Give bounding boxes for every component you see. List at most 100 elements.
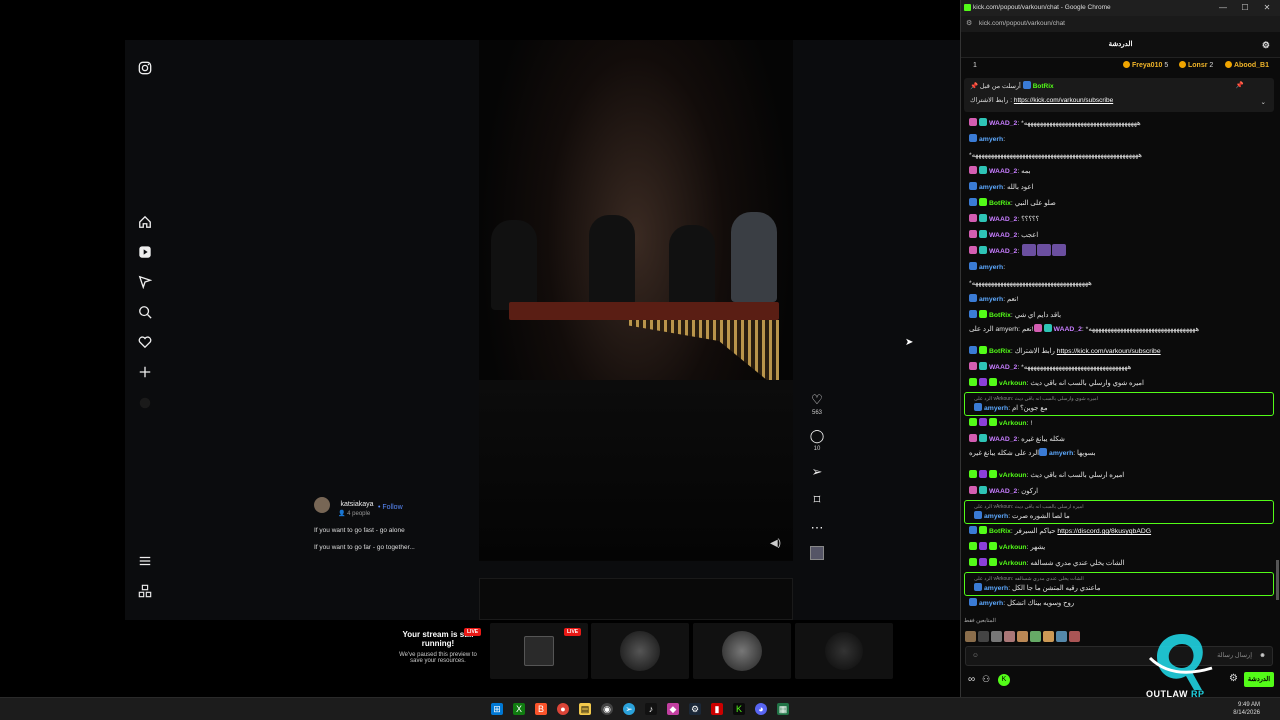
viewer-avatar[interactable]: [1017, 631, 1028, 642]
maximize-button[interactable]: ☐: [1234, 0, 1256, 16]
profile-avatar-icon[interactable]: [137, 396, 153, 412]
message-link[interactable]: https://kick.com/varkoun/subscribe: [1057, 348, 1161, 355]
chat-message[interactable]: الرد على vArkoun: الشات يخلي عندي مدري ش…: [964, 572, 1274, 596]
infinity-icon[interactable]: ∞: [968, 674, 975, 685]
stream-tile-3[interactable]: [693, 623, 791, 679]
chat-username[interactable]: BotRix: [989, 312, 1011, 319]
chat-message[interactable]: الرد على amyerh: نعم! WAAD_2: *هههههههههه…: [960, 324, 1280, 344]
viewer-avatar[interactable]: [1043, 631, 1054, 642]
chat-username[interactable]: WAAD_2: [989, 364, 1017, 371]
reply-context[interactable]: الرد على vArkoun: اميره شوي وارسلي بالسب…: [974, 395, 1273, 403]
chat-message[interactable]: WAAD_2: *ههههههههههههههههههههههههههههههه…: [960, 360, 1280, 376]
site-settings-icon[interactable]: ⚙: [966, 16, 972, 32]
chat-message[interactable]: الرد على vArkoun: اميره شوي وارسلي بالسب…: [964, 392, 1274, 416]
apps-icon[interactable]: [137, 584, 153, 600]
chat-username[interactable]: amyerh: [979, 264, 1003, 271]
chat-username[interactable]: amyerh: [984, 585, 1008, 592]
discord-icon[interactable]: ◕: [755, 703, 767, 715]
chat-message[interactable]: WAAD_2: *ههههههههههههههههههههههههههههههه…: [960, 116, 1280, 132]
chat-username[interactable]: WAAD_2: [989, 232, 1017, 239]
chat-username[interactable]: vArkoun: [999, 544, 1027, 551]
spreadsheet-icon[interactable]: ▦: [777, 703, 789, 715]
chat-username[interactable]: BotRix: [989, 348, 1011, 355]
brave-icon[interactable]: B: [535, 703, 547, 715]
viewer-avatar[interactable]: [978, 631, 989, 642]
collab-people[interactable]: 👤 4 people: [338, 510, 484, 517]
chat-message[interactable]: vArkoun: اميره ارسلي بالسب انه باقي ديث: [960, 468, 1280, 484]
chat-username[interactable]: vArkoun: [999, 380, 1027, 387]
create-icon[interactable]: [137, 365, 153, 381]
more-icon[interactable]: ⋯: [807, 520, 827, 536]
chat-username[interactable]: BotRix: [989, 528, 1011, 535]
chat-username[interactable]: WAAD_2: [1054, 326, 1082, 333]
author-avatar[interactable]: [314, 496, 330, 513]
menu-icon[interactable]: [137, 554, 153, 570]
chat-message[interactable]: amyerh: نعم!: [960, 292, 1280, 308]
viewer-avatar[interactable]: [965, 631, 976, 642]
unpin-icon[interactable]: 📌: [1236, 81, 1244, 89]
viewer-avatar[interactable]: [1004, 631, 1015, 642]
telegram-icon[interactable]: ➢: [623, 703, 635, 715]
start-icon[interactable]: ⊞: [491, 703, 503, 715]
address-bar[interactable]: ⚙ kick.com/popout/varkoun/chat: [961, 16, 1280, 32]
chat-username[interactable]: BotRix: [989, 200, 1011, 207]
chat-scrollbar[interactable]: [1276, 560, 1279, 600]
viewer-avatar[interactable]: [1069, 631, 1080, 642]
chat-username[interactable]: amyerh: [979, 600, 1003, 607]
share-icon[interactable]: ➢: [807, 464, 827, 480]
kick-points-icon[interactable]: K: [998, 674, 1010, 686]
chat-message[interactable]: vArkoun: !: [960, 416, 1280, 432]
kick-app-icon[interactable]: K: [733, 703, 745, 715]
author-name[interactable]: katsiakaya: [340, 501, 373, 508]
chat-gear-icon[interactable]: ⚙: [1229, 673, 1238, 684]
chat-username[interactable]: amyerh: [1049, 450, 1073, 457]
viewer-avatar[interactable]: [991, 631, 1002, 642]
reel-video[interactable]: ◀): [479, 40, 793, 561]
chat-message[interactable]: *ههههههههههههههههههههههههههههههههههههههه…: [960, 148, 1280, 164]
chat-message[interactable]: *هههههههههههههههههههههههههههههههههههههه: [960, 276, 1280, 292]
chat-username[interactable]: vArkoun: [999, 472, 1027, 479]
chat-input[interactable]: ☺ إرسال رسالة ☻: [965, 646, 1273, 666]
chat-message[interactable]: amyerh: روح وسويه بيناك اتشكل: [960, 596, 1280, 612]
chat-username[interactable]: WAAD_2: [989, 216, 1017, 223]
chat-username[interactable]: amyerh: [984, 513, 1008, 520]
reply-context[interactable]: الرد على شكله يبانغ غيره: [969, 450, 1039, 457]
chat-message[interactable]: الرد على شكله يبانغ غيره amyerh: بسويها: [960, 448, 1280, 468]
chat-message[interactable]: WAAD_2: بمه: [960, 164, 1280, 180]
file-explorer-icon[interactable]: ▤: [579, 703, 591, 715]
mute-icon[interactable]: ◀): [770, 538, 781, 549]
follow-label[interactable]: Follow: [382, 504, 402, 511]
chat-message[interactable]: WAAD_2: ؟؟؟؟؟: [960, 212, 1280, 228]
reply-context[interactable]: الرد على vArkoun: اميره ارسلي بالسب انه …: [974, 503, 1273, 511]
chat-message[interactable]: vArkoun: الشات يخلي عندي مدري شسالفه: [960, 556, 1280, 572]
chat-username[interactable]: amyerh: [979, 296, 1003, 303]
home-icon[interactable]: [137, 215, 153, 231]
pinned-message[interactable]: 📌 أرسلت من قبل BotRix 📌 رابط الاشتراك : …: [964, 78, 1274, 112]
stream-tile-2[interactable]: [591, 623, 689, 679]
chat-message[interactable]: BotRix: حياكم السيرفر https://discord.gg…: [960, 524, 1280, 540]
chat-message[interactable]: vArkoun: اميره شوي وارسلي بالسب انه باقي…: [960, 376, 1280, 392]
chat-username[interactable]: WAAD_2: [989, 436, 1017, 443]
app-red-icon[interactable]: ▮: [711, 703, 723, 715]
save-icon[interactable]: ⌑: [807, 492, 827, 508]
app-icon[interactable]: ◆: [667, 703, 679, 715]
message-link[interactable]: https://discord.gg/8kusyqbADG: [1057, 528, 1151, 535]
window-titlebar[interactable]: kick.com/popout/varkoun/chat - Google Ch…: [961, 0, 1280, 16]
close-button[interactable]: ✕: [1256, 0, 1278, 16]
send-button[interactable]: الدردشة: [1244, 672, 1274, 687]
chat-message[interactable]: amyerh:: [960, 132, 1280, 148]
leader-entry[interactable]: Freya010 5: [1123, 58, 1168, 74]
chat-message[interactable]: WAAD_2: اركون: [960, 484, 1280, 500]
chat-message[interactable]: WAAD_2:: [960, 244, 1280, 260]
chat-settings-icon[interactable]: ⚙: [1262, 32, 1270, 58]
xbox-icon[interactable]: X: [513, 703, 525, 715]
comment-icon[interactable]: ◯: [807, 428, 827, 444]
minimize-button[interactable]: —: [1212, 0, 1234, 16]
chat-username[interactable]: vArkoun: [999, 560, 1027, 567]
reels-icon[interactable]: [137, 245, 153, 261]
chat-message[interactable]: vArkoun: يشهر: [960, 540, 1280, 556]
audio-thumbnail[interactable]: [810, 546, 824, 560]
chat-message[interactable]: BotRix: رابط الاشتراك https://kick.com/v…: [960, 344, 1280, 360]
chrome-icon[interactable]: ●: [557, 703, 569, 715]
search-icon[interactable]: [137, 305, 153, 321]
